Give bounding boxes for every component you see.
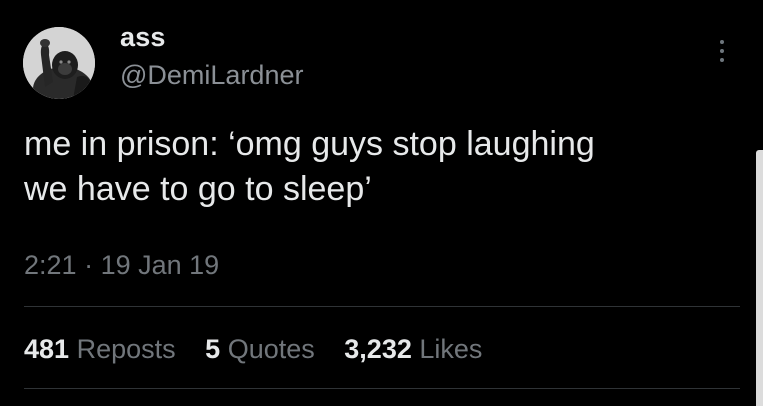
tweet-timestamp[interactable]: 2:21 · 19 Jan 19 xyxy=(24,250,219,281)
reposts-count: 481 xyxy=(24,334,70,364)
user-handle[interactable]: @DemiLardner xyxy=(120,60,303,91)
divider xyxy=(24,388,740,389)
avatar[interactable] xyxy=(23,27,95,99)
display-name[interactable]: ass xyxy=(120,22,166,53)
engagement-stats: 481 Reposts 5 Quotes 3,232 Likes xyxy=(24,334,504,365)
tweet-screenshot: ass @DemiLardner me in prison: ‘omg guys… xyxy=(0,0,763,406)
quotes-label: Quotes xyxy=(227,334,315,364)
tweet-text-line: me in prison: ‘omg guys stop laughing xyxy=(24,125,595,163)
tweet-text-line: we have to go to sleep’ xyxy=(24,170,372,208)
reposts-stat[interactable]: 481 Reposts xyxy=(24,334,176,365)
tweet-text: me in prison: ‘omg guys stop laughing we… xyxy=(24,122,724,212)
quotes-stat[interactable]: 5 Quotes xyxy=(205,334,315,365)
likes-stat[interactable]: 3,232 Likes xyxy=(344,334,482,365)
quotes-count: 5 xyxy=(205,334,221,364)
gorilla-avatar-icon xyxy=(23,27,95,99)
divider xyxy=(24,306,740,307)
scrollbar[interactable] xyxy=(756,150,763,406)
more-vertical-icon[interactable] xyxy=(715,40,729,70)
likes-count: 3,232 xyxy=(344,334,412,364)
likes-label: Likes xyxy=(419,334,483,364)
meta-separator: · xyxy=(84,250,94,280)
tweet-time: 2:21 xyxy=(24,250,77,280)
reposts-label: Reposts xyxy=(76,334,176,364)
tweet-date: 19 Jan 19 xyxy=(100,250,220,280)
